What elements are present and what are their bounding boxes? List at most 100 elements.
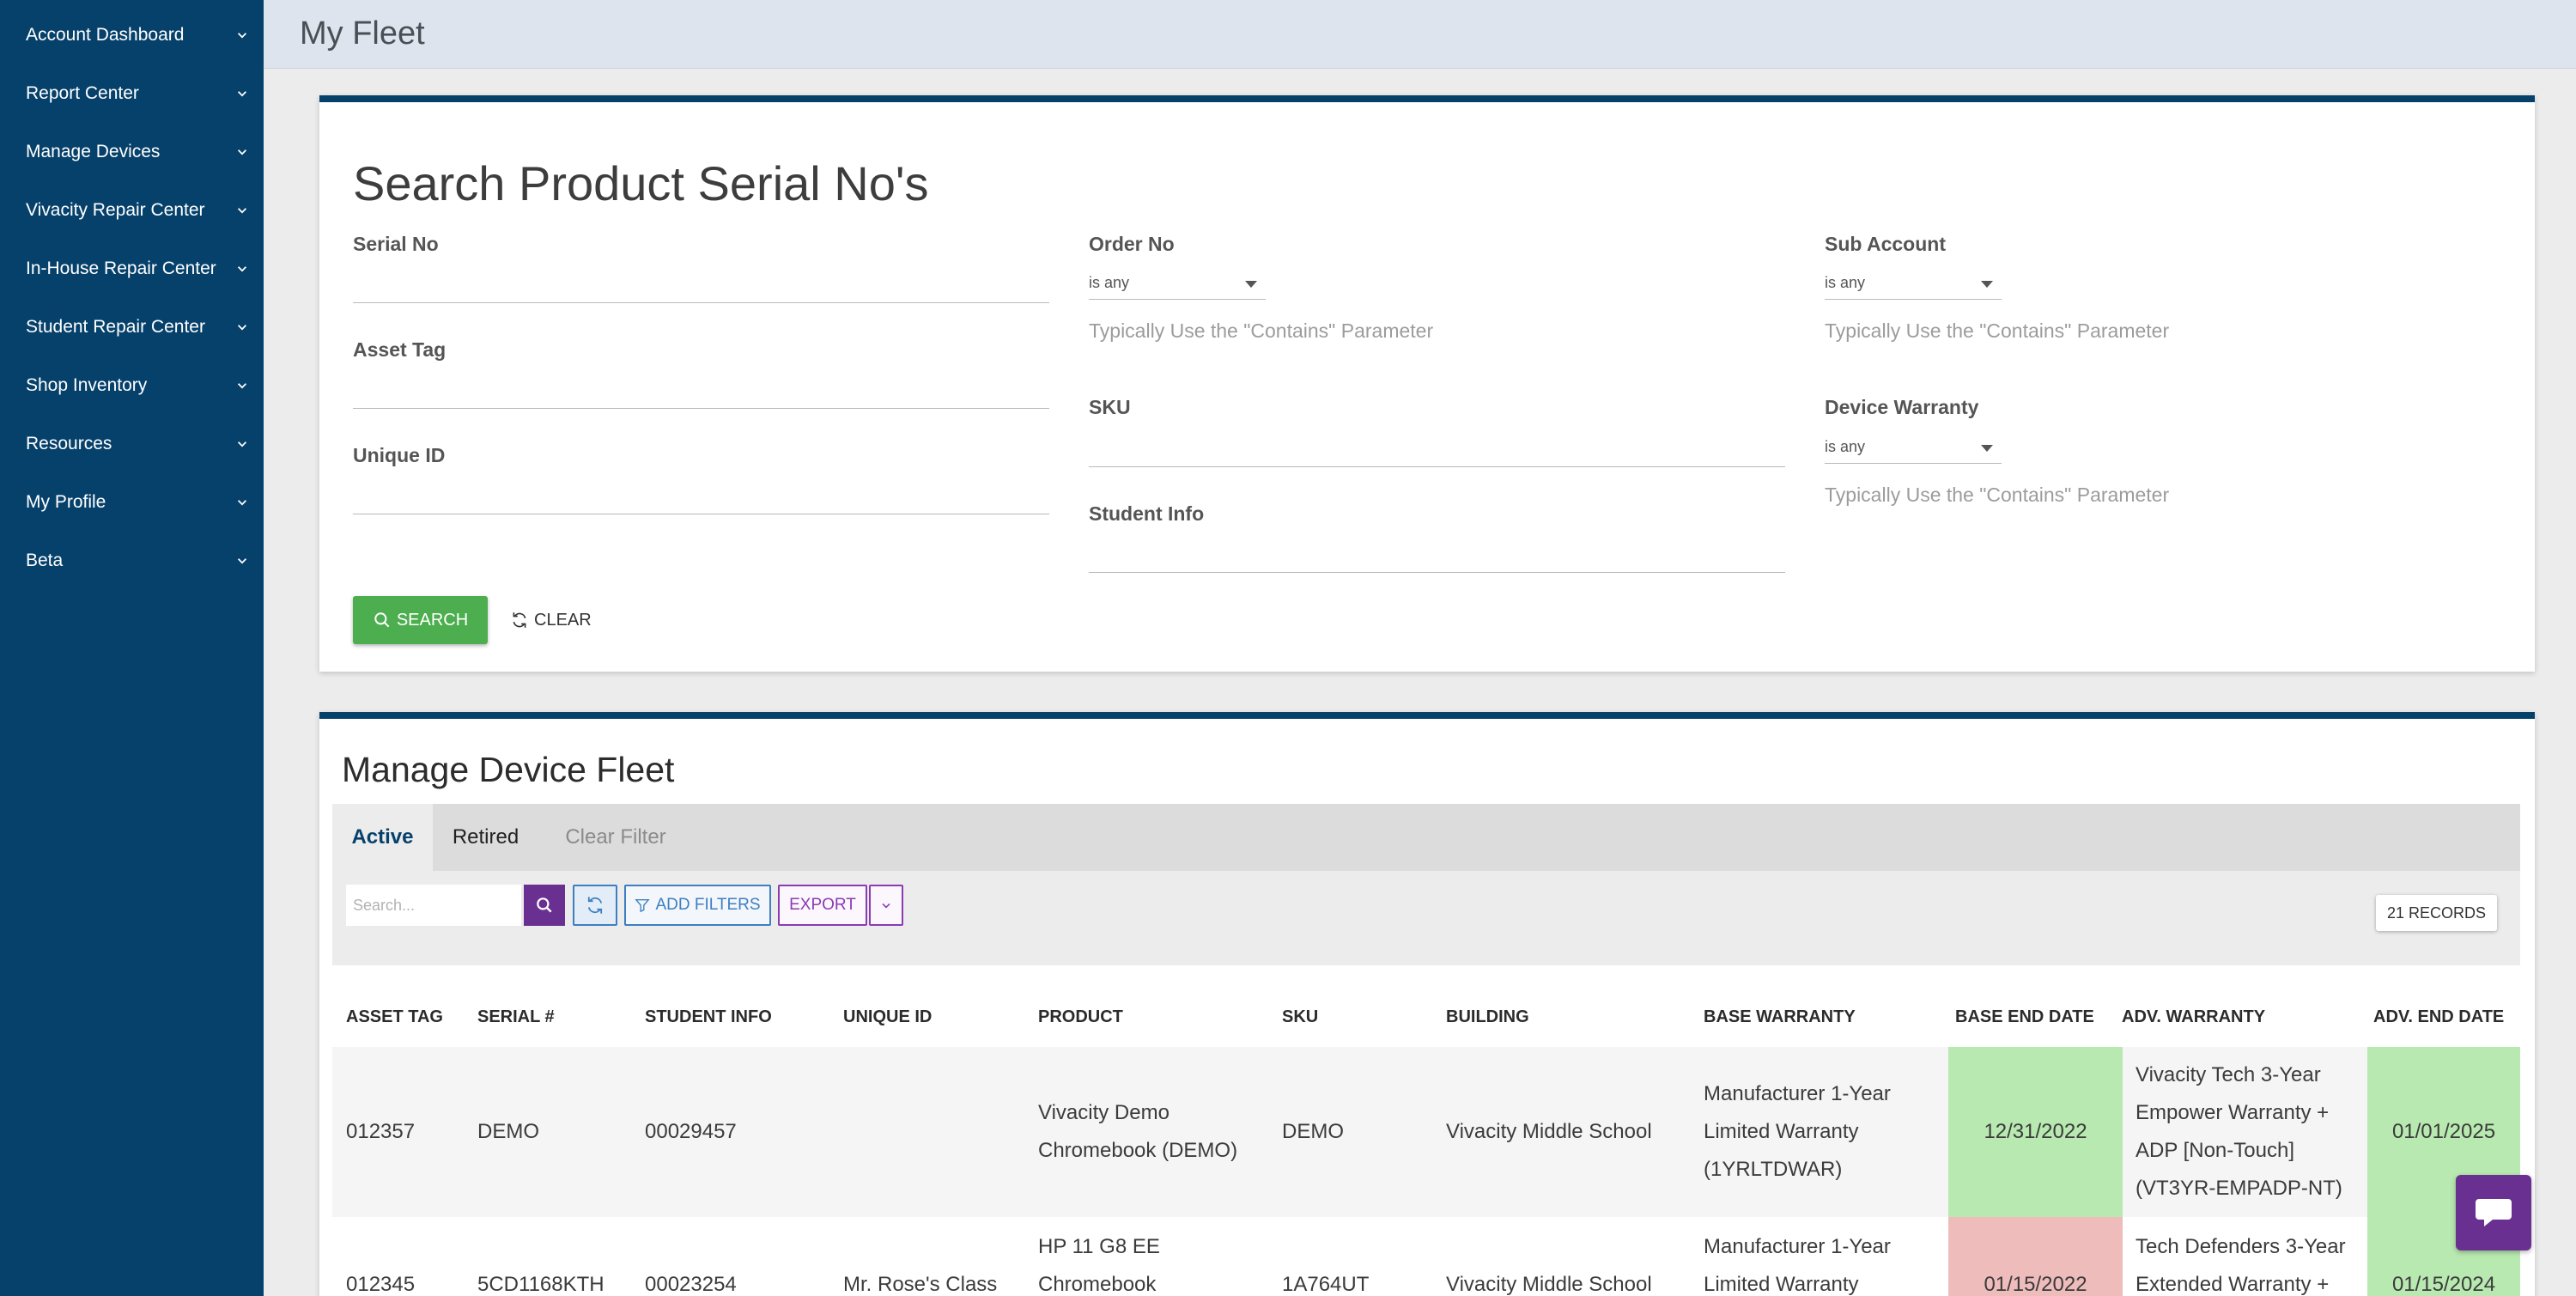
- adv-warranty-cell: Tech Defenders 3-Year Extended Warranty …: [2136, 1228, 2346, 1296]
- tab-active[interactable]: Active: [332, 804, 433, 871]
- add-filters-button[interactable]: ADD FILTERS: [624, 885, 771, 926]
- sidebar-item-report-center[interactable]: Report Center: [0, 64, 264, 123]
- sidebar-item-vivacity-repair-center[interactable]: Vivacity Repair Center: [0, 181, 264, 240]
- asset-tag-field[interactable]: [353, 408, 1049, 409]
- chevron-down-icon: [237, 91, 247, 97]
- sidebar-item-resources[interactable]: Resources: [0, 415, 264, 473]
- tab-retired[interactable]: Retired: [433, 804, 538, 871]
- refresh-button[interactable]: [573, 885, 617, 926]
- tab-clear-filter[interactable]: Clear Filter: [538, 804, 693, 871]
- export-dropdown-button[interactable]: [869, 885, 903, 926]
- chat-widget-button[interactable]: [2456, 1175, 2531, 1250]
- chevron-down-icon: [237, 208, 247, 214]
- sku-field[interactable]: [1089, 466, 1785, 467]
- order-no-select-value: is any: [1089, 274, 1130, 291]
- records-count-badge: 21 RECORDS: [2376, 895, 2497, 931]
- sidebar-item-label: Student Repair Center: [26, 317, 205, 337]
- base-end-date-cell: 01/15/2022: [1984, 1273, 2087, 1296]
- chevron-down-icon: [882, 903, 890, 909]
- warranty-line: Extended Warranty +: [2136, 1273, 2330, 1296]
- sidebar-item-account-dashboard[interactable]: Account Dashboard: [0, 6, 264, 64]
- caret-down-icon: [1981, 445, 1993, 452]
- column-header[interactable]: ADV. END DATE: [2373, 1007, 2504, 1027]
- warranty-line: Tech Defenders 3-Year: [2136, 1235, 2346, 1258]
- caret-down-icon: [1981, 281, 1993, 288]
- device-warranty-label: Device Warranty: [1825, 396, 1979, 418]
- sidebar-item-shop-inventory[interactable]: Shop Inventory: [0, 356, 264, 415]
- order-no-select[interactable]: is any: [1089, 269, 1266, 300]
- product-line: Vivacity Demo: [1038, 1101, 1170, 1124]
- column-header[interactable]: ADV. WARRANTY: [2122, 1007, 2265, 1027]
- adv-end-date-cell: 01/01/2025: [2391, 1120, 2496, 1143]
- sidebar-item-manage-devices[interactable]: Manage Devices: [0, 123, 264, 181]
- search-button[interactable]: SEARCH: [353, 596, 488, 644]
- search-panel: Search Product Serial No's Serial No Ass…: [319, 95, 2535, 672]
- refresh-icon: [513, 612, 526, 628]
- export-label: EXPORT: [789, 896, 856, 914]
- sidebar-item-beta[interactable]: Beta: [0, 532, 264, 590]
- sidebar-item-label: Resources: [26, 434, 112, 453]
- student-info-field[interactable]: [1089, 572, 1785, 573]
- fleet-tabs: Active Retired Clear Filter: [332, 804, 2520, 871]
- warranty-line: Manufacturer 1-Year: [1704, 1082, 1891, 1105]
- column-header[interactable]: SERIAL #: [477, 1007, 555, 1027]
- serial-cell: 5CD1168KTH: [477, 1273, 605, 1296]
- chevron-down-icon: [237, 500, 247, 506]
- refresh-icon: [587, 897, 603, 914]
- device-warranty-select[interactable]: is any: [1825, 433, 2002, 464]
- warranty-line: Empower Warranty +: [2136, 1101, 2330, 1124]
- sidebar-item-student-repair-center[interactable]: Student Repair Center: [0, 298, 264, 356]
- column-header[interactable]: STUDENT INFO: [645, 1007, 772, 1027]
- column-header[interactable]: PRODUCT: [1038, 1007, 1123, 1027]
- asset-tag-cell: 012345: [346, 1273, 416, 1296]
- chevron-down-icon: [237, 441, 247, 447]
- adv-end-date-cell: 01/15/2024: [2391, 1273, 2496, 1296]
- serial-no-field[interactable]: [353, 302, 1049, 303]
- warranty-line: Limited Warranty: [1704, 1120, 1859, 1143]
- warranty-line: Limited Warranty: [1704, 1273, 1859, 1296]
- sub-account-label: Sub Account: [1825, 233, 1946, 255]
- chevron-down-icon: [237, 266, 247, 272]
- building-cell: Vivacity Middle School: [1446, 1273, 1652, 1296]
- device-warranty-hint: Typically Use the "Contains" Parameter: [1825, 484, 2170, 506]
- fleet-search-input[interactable]: [346, 885, 521, 926]
- warranty-line: Manufacturer 1-Year: [1704, 1235, 1891, 1258]
- product-line: Chromebook: [1038, 1273, 1157, 1296]
- sidebar: Account Dashboard Report Center Manage D…: [0, 0, 264, 1296]
- asset-tag-label: Asset Tag: [353, 338, 447, 361]
- chevron-down-icon: [237, 558, 247, 564]
- caret-down-icon: [1245, 281, 1257, 288]
- sidebar-item-my-profile[interactable]: My Profile: [0, 473, 264, 532]
- chevron-down-icon: [237, 325, 247, 331]
- student-info-cell: 00029457: [645, 1120, 737, 1143]
- table-row[interactable]: 012357 DEMO 00029457 Vivacity Demo Chrom…: [332, 1047, 2520, 1217]
- export-button[interactable]: EXPORT: [778, 885, 867, 926]
- search-panel-title: Search Product Serial No's: [353, 156, 929, 210]
- sidebar-item-label: Report Center: [26, 83, 139, 103]
- asset-tag-cell: 012357: [346, 1120, 416, 1143]
- clear-button-label: CLEAR: [534, 610, 592, 630]
- sidebar-item-in-house-repair-center[interactable]: In-House Repair Center: [0, 240, 264, 298]
- sidebar-item-label: My Profile: [26, 492, 106, 512]
- sub-account-select[interactable]: is any: [1825, 269, 2002, 300]
- add-filters-label: ADD FILTERS: [655, 896, 761, 914]
- sub-account-select-value: is any: [1825, 274, 1866, 291]
- sidebar-item-label: Account Dashboard: [26, 25, 185, 45]
- table-row[interactable]: 012345 5CD1168KTH 00023254 Mr. Rose's Cl…: [332, 1217, 2520, 1296]
- column-header[interactable]: ASSET TAG: [346, 1007, 443, 1027]
- column-header[interactable]: UNIQUE ID: [843, 1007, 932, 1027]
- column-header[interactable]: SKU: [1282, 1007, 1318, 1027]
- clear-button[interactable]: CLEAR: [510, 596, 605, 644]
- base-warranty-cell: Manufacturer 1-Year Limited Warranty (1Y…: [1704, 1075, 1891, 1189]
- page-title: My Fleet: [300, 15, 425, 52]
- student-info-cell: 00023254: [645, 1273, 737, 1296]
- warranty-line: ADP [Non-Touch]: [2136, 1139, 2294, 1162]
- search-button-label: SEARCH: [396, 610, 469, 630]
- column-header[interactable]: BASE END DATE: [1955, 1007, 2094, 1027]
- base-warranty-cell: Manufacturer 1-Year Limited Warranty: [1704, 1228, 1891, 1296]
- column-header[interactable]: BASE WARRANTY: [1704, 1007, 1856, 1027]
- sku-label: SKU: [1089, 396, 1131, 418]
- warranty-line: (VT3YR-EMPADP-NT): [2136, 1177, 2342, 1200]
- column-header[interactable]: BUILDING: [1446, 1007, 1529, 1027]
- fleet-search-button[interactable]: [524, 885, 565, 926]
